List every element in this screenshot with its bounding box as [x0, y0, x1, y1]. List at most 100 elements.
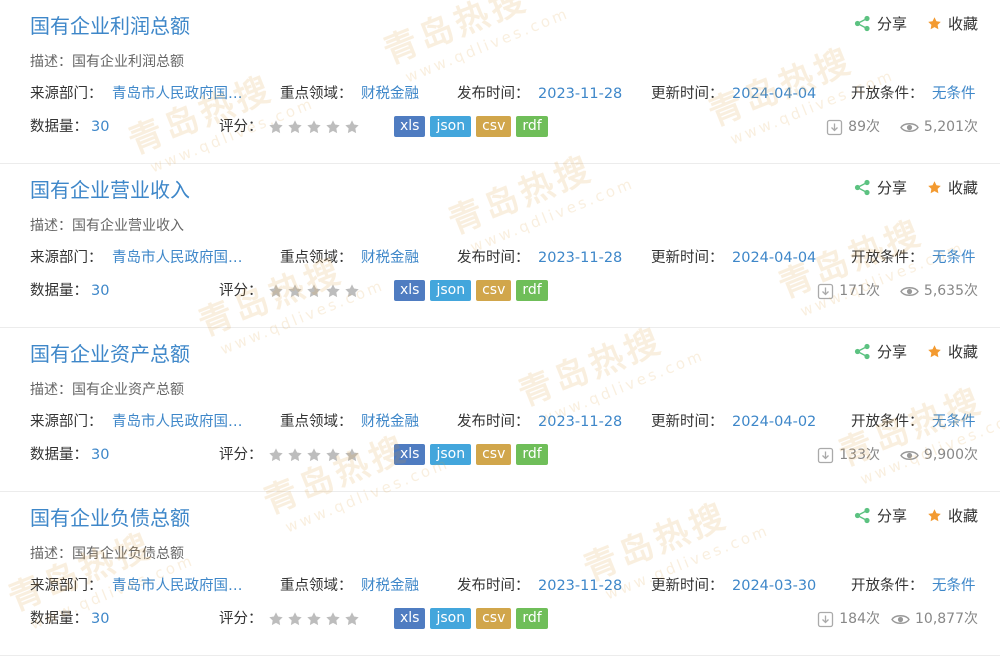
star-outline-icon — [288, 284, 302, 298]
count-label: 数据量： — [30, 447, 88, 463]
format-badge-rdf[interactable]: rdf — [516, 444, 548, 465]
eye-icon — [891, 612, 910, 627]
rating-stars — [268, 119, 360, 135]
stats-row: 数据量： 30 评分： xls json csv rdf 89次 5,201次 — [0, 116, 1000, 138]
star-outline-icon — [307, 448, 321, 462]
share-button[interactable]: 分享 — [854, 13, 907, 34]
dataset-title[interactable]: 国有企业负债总额 — [30, 502, 190, 531]
share-label: 分享 — [876, 179, 907, 197]
source-value[interactable]: 青岛市人民政府国… — [112, 411, 243, 433]
download-count: 89次 — [848, 119, 880, 135]
domain-value[interactable]: 财税金融 — [361, 83, 419, 105]
open-value[interactable]: 无条件 — [932, 83, 976, 105]
stats-row: 数据量： 30 评分： xls json csv rdf 133次 9,900次 — [0, 444, 1000, 466]
rating-label: 评分： — [219, 447, 263, 463]
format-badge-rdf[interactable]: rdf — [516, 116, 548, 137]
format-badge-json[interactable]: json — [430, 608, 472, 629]
rating-stars — [268, 611, 360, 627]
open-value[interactable]: 无条件 — [932, 575, 976, 597]
domain-value[interactable]: 财税金融 — [361, 247, 419, 269]
source-label: 来源部门： — [30, 578, 103, 594]
desc-value: 国有企业资产总额 — [72, 382, 184, 398]
open-value[interactable]: 无条件 — [932, 411, 976, 433]
open-value[interactable]: 无条件 — [932, 247, 976, 269]
meta-row: 来源部门： 青岛市人民政府国… 重点领域： 财税金融 发布时间： 2023-11… — [0, 411, 1000, 433]
star-outline-icon — [269, 120, 283, 134]
eye-icon — [900, 120, 919, 135]
desc-label: 描述： — [30, 218, 72, 234]
favorite-button[interactable]: 收藏 — [927, 177, 978, 198]
share-button[interactable]: 分享 — [854, 505, 907, 526]
format-badge-xls[interactable]: xls — [394, 116, 426, 137]
source-value[interactable]: 青岛市人民政府国… — [112, 83, 243, 105]
share-label: 分享 — [876, 15, 907, 33]
publish-label: 发布时间： — [457, 578, 530, 594]
format-badge-xls[interactable]: xls — [394, 608, 426, 629]
star-filled-icon — [927, 344, 942, 359]
star-outline-icon — [326, 448, 340, 462]
favorite-button[interactable]: 收藏 — [927, 505, 978, 526]
source-label: 来源部门： — [30, 250, 103, 266]
star-outline-icon — [326, 284, 340, 298]
format-badge-csv[interactable]: csv — [476, 116, 512, 137]
format-badge-xls[interactable]: xls — [394, 280, 426, 301]
format-badge-json[interactable]: json — [430, 116, 472, 137]
star-outline-icon — [307, 120, 321, 134]
format-badges: xls json csv rdf — [394, 280, 548, 301]
favorite-label: 收藏 — [947, 179, 978, 197]
view-count: 9,900次 — [923, 447, 978, 463]
favorite-button[interactable]: 收藏 — [927, 341, 978, 362]
format-badge-json[interactable]: json — [430, 444, 472, 465]
domain-label: 重点领域： — [280, 250, 353, 266]
star-filled-icon — [927, 180, 942, 195]
publish-value: 2023-11-28 — [538, 578, 623, 594]
update-value: 2024-03-30 — [732, 578, 817, 594]
format-badge-json[interactable]: json — [430, 280, 472, 301]
favorite-label: 收藏 — [947, 343, 978, 361]
download-count: 171次 — [839, 283, 880, 299]
count-label: 数据量： — [30, 611, 88, 627]
download-stat: 171次 — [817, 280, 880, 302]
dataset-title[interactable]: 国有企业资产总额 — [30, 338, 190, 367]
star-outline-icon — [307, 284, 321, 298]
star-outline-icon — [307, 612, 321, 626]
format-badge-xls[interactable]: xls — [394, 444, 426, 465]
share-button[interactable]: 分享 — [854, 341, 907, 362]
share-icon — [854, 507, 871, 524]
download-icon — [817, 611, 834, 628]
publish-label: 发布时间： — [457, 414, 530, 430]
format-badges: xls json csv rdf — [394, 116, 548, 137]
dataset-card: 国有企业利润总额 分享 收藏 描述：国有企业利润总额 来源部门： 青岛市人民政府… — [0, 0, 1000, 164]
domain-label: 重点领域： — [280, 86, 353, 102]
share-button[interactable]: 分享 — [854, 177, 907, 198]
format-badge-csv[interactable]: csv — [476, 444, 512, 465]
view-stat: 10,877次 — [891, 608, 978, 630]
star-outline-icon — [269, 612, 283, 626]
source-value[interactable]: 青岛市人民政府国… — [112, 575, 243, 597]
dataset-title[interactable]: 国有企业营业收入 — [30, 174, 190, 203]
meta-row: 来源部门： 青岛市人民政府国… 重点领域： 财税金融 发布时间： 2023-11… — [0, 575, 1000, 597]
dataset-title[interactable]: 国有企业利润总额 — [30, 10, 190, 39]
open-label: 开放条件： — [851, 250, 924, 266]
format-badge-csv[interactable]: csv — [476, 608, 512, 629]
format-badge-rdf[interactable]: rdf — [516, 280, 548, 301]
count-label: 数据量： — [30, 119, 88, 135]
count-value: 30 — [91, 119, 110, 135]
card-actions: 分享 收藏 — [854, 177, 978, 198]
desc-label: 描述： — [30, 546, 72, 562]
star-outline-icon — [326, 120, 340, 134]
favorite-button[interactable]: 收藏 — [927, 13, 978, 34]
format-badge-rdf[interactable]: rdf — [516, 608, 548, 629]
dataset-list: 国有企业利润总额 分享 收藏 描述：国有企业利润总额 来源部门： 青岛市人民政府… — [0, 0, 1000, 656]
source-value[interactable]: 青岛市人民政府国… — [112, 247, 243, 269]
domain-value[interactable]: 财税金融 — [361, 575, 419, 597]
source-label: 来源部门： — [30, 414, 103, 430]
format-badge-csv[interactable]: csv — [476, 280, 512, 301]
desc-label: 描述： — [30, 382, 72, 398]
open-label: 开放条件： — [851, 86, 924, 102]
dataset-card: 国有企业资产总额 分享 收藏 描述：国有企业资产总额 来源部门： 青岛市人民政府… — [0, 328, 1000, 492]
domain-value[interactable]: 财税金融 — [361, 411, 419, 433]
open-label: 开放条件： — [851, 414, 924, 430]
card-actions: 分享 收藏 — [854, 13, 978, 34]
star-outline-icon — [269, 284, 283, 298]
